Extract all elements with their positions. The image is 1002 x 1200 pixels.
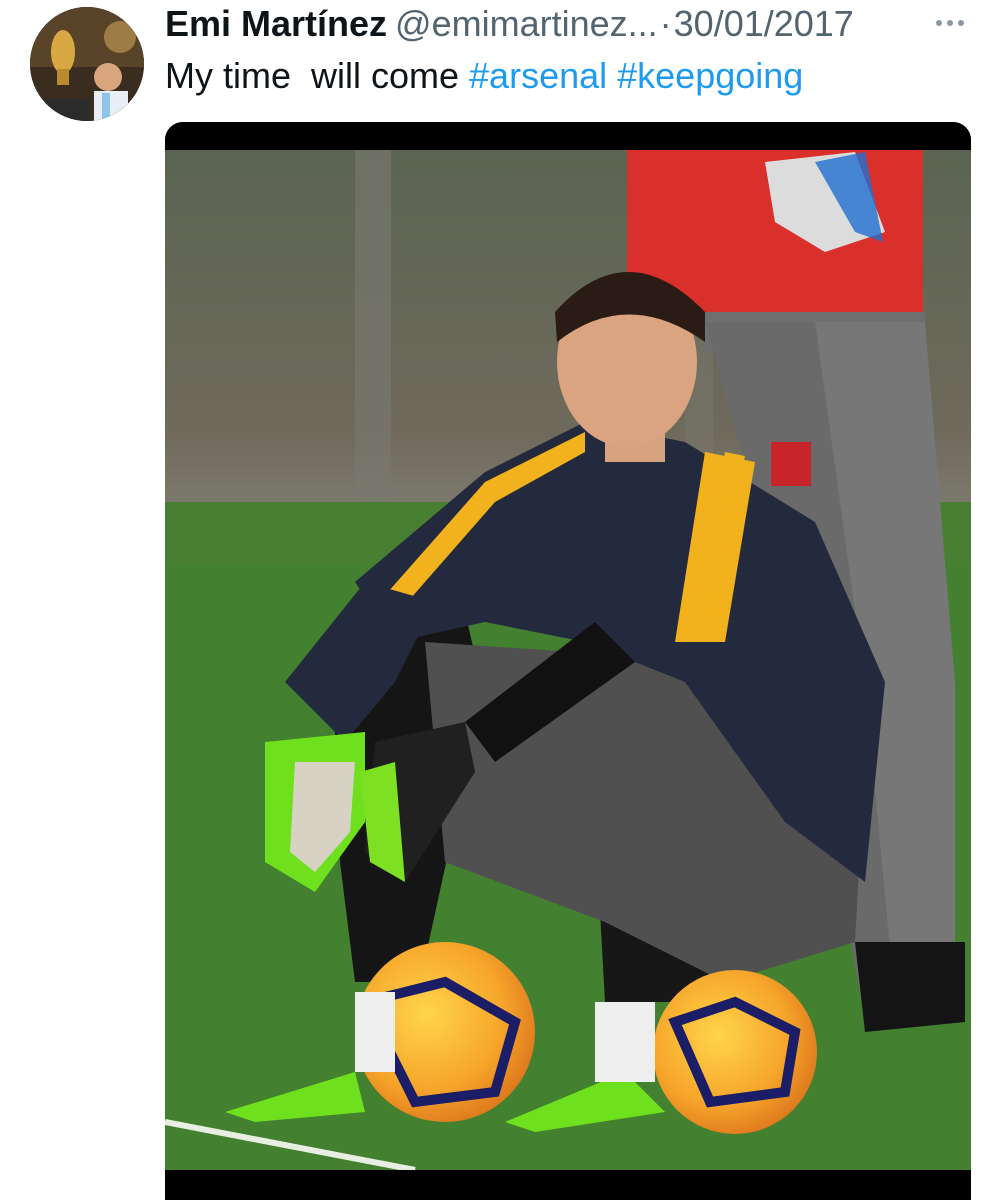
tweet-body: My time will come bbox=[165, 55, 470, 96]
more-horizontal-icon bbox=[936, 20, 942, 26]
separator-dot: · bbox=[659, 3, 672, 44]
avatar-photo bbox=[30, 7, 144, 121]
hashtag-keepgoing[interactable]: #keepgoing bbox=[617, 55, 803, 96]
tweet: Emi Martínez @emimartinez...·30/01/2017 M… bbox=[0, 0, 1002, 1200]
tweet-text: My time will come #arsenal #keepgoing bbox=[165, 56, 803, 96]
author-avatar[interactable] bbox=[30, 7, 144, 121]
more-horizontal-icon bbox=[958, 20, 964, 26]
tweet-header: Emi Martínez @emimartinez...·30/01/2017 bbox=[165, 4, 985, 44]
tweet-photo[interactable] bbox=[165, 122, 971, 1200]
tweet-date[interactable]: 30/01/2017 bbox=[674, 3, 854, 44]
author-display-name[interactable]: Emi Martínez bbox=[165, 3, 387, 44]
hashtag-arsenal[interactable]: #arsenal bbox=[469, 55, 607, 96]
more-horizontal-icon bbox=[947, 20, 953, 26]
author-handle[interactable]: @emimartinez... bbox=[395, 3, 658, 44]
photo-goalkeeper bbox=[165, 122, 971, 1200]
more-options-button[interactable] bbox=[928, 8, 972, 38]
